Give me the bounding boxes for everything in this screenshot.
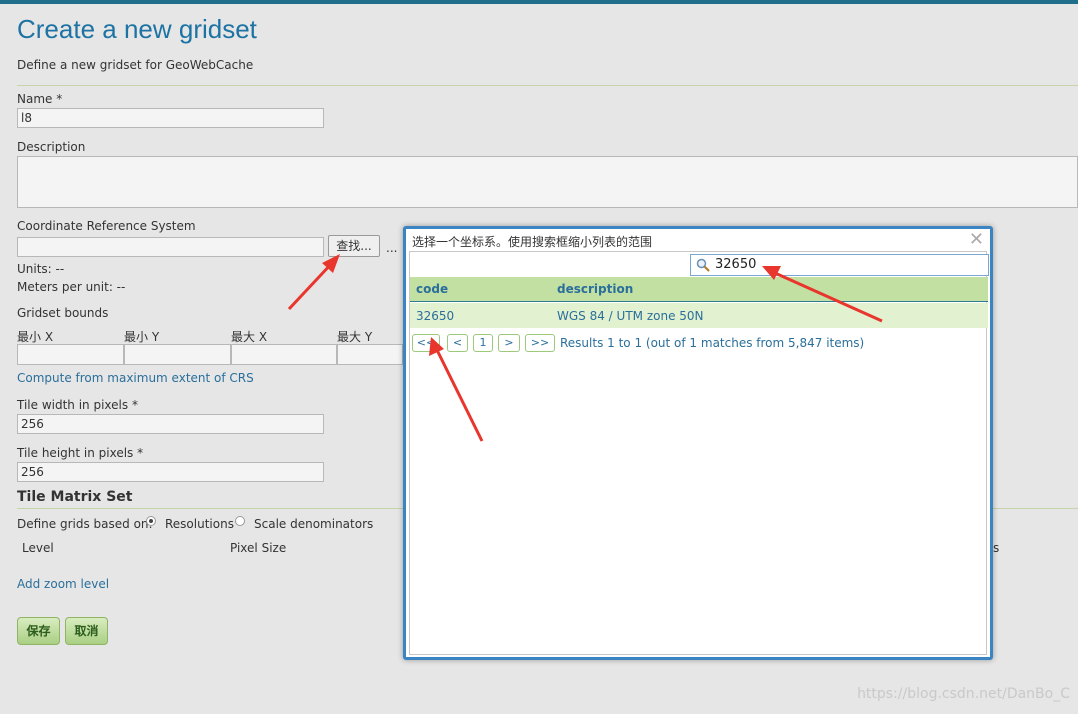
description-label: Description bbox=[17, 140, 86, 154]
find-crs-button[interactable]: 查找... bbox=[328, 235, 380, 257]
page-title: Create a new gridset bbox=[17, 14, 257, 44]
define-grids-label: Define grids based on: bbox=[17, 517, 153, 531]
add-zoom-level-link[interactable]: Add zoom level bbox=[17, 577, 109, 591]
arrow-to-find-button bbox=[287, 254, 340, 311]
watermark: https://blog.csdn.net/DanBo_C bbox=[857, 686, 1070, 702]
table-header: code description bbox=[410, 277, 988, 302]
scale-denominators-radio[interactable] bbox=[235, 516, 245, 526]
close-icon[interactable]: ✕ bbox=[969, 231, 984, 249]
search-value: 32650 bbox=[715, 257, 757, 272]
min-x-input[interactable] bbox=[17, 344, 124, 365]
divider bbox=[17, 85, 1078, 86]
trailing-column-header: s bbox=[993, 541, 1000, 555]
row-description: WGS 84 / UTM zone 50N bbox=[557, 309, 704, 323]
pager-next-button[interactable]: > bbox=[498, 334, 520, 352]
max-x-label: 最大 X bbox=[231, 330, 268, 344]
name-input[interactable]: l8 bbox=[17, 108, 324, 128]
pager-first-button[interactable]: << bbox=[412, 334, 440, 352]
max-y-label: 最大 Y bbox=[337, 330, 373, 344]
tile-width-input[interactable]: 256 bbox=[17, 414, 324, 434]
pixel-size-column-header: Pixel Size bbox=[230, 541, 287, 555]
units-label: Units: -- bbox=[17, 262, 65, 276]
resolutions-label: Resolutions bbox=[165, 517, 234, 531]
max-y-input[interactable] bbox=[337, 344, 403, 365]
crs-input[interactable] bbox=[17, 237, 324, 257]
crs-ellipsis: ... bbox=[386, 241, 398, 255]
crs-picker-dialog: 选择一个坐标系。使用搜索框缩小列表的范围 ✕ 32650 code descri… bbox=[403, 226, 993, 660]
crs-label: Coordinate Reference System bbox=[17, 219, 196, 233]
tile-width-label: Tile width in pixels * bbox=[17, 398, 138, 412]
name-label: Name * bbox=[17, 92, 63, 106]
row-code-link[interactable]: 32650 bbox=[416, 309, 454, 323]
max-x-input[interactable] bbox=[231, 344, 337, 365]
min-x-label: 最小 X bbox=[17, 330, 54, 344]
tile-matrix-heading: Tile Matrix Set bbox=[17, 489, 133, 505]
tile-height-input[interactable]: 256 bbox=[17, 462, 324, 482]
pager-page-1-button[interactable]: 1 bbox=[473, 334, 493, 352]
tile-height-label: Tile height in pixels * bbox=[17, 446, 144, 460]
description-textarea[interactable] bbox=[17, 156, 1078, 208]
min-y-input[interactable] bbox=[124, 344, 231, 365]
compute-extent-link[interactable]: Compute from maximum extent of CRS bbox=[17, 371, 254, 385]
search-input[interactable]: 32650 bbox=[690, 254, 989, 276]
gridset-bounds-label: Gridset bounds bbox=[17, 306, 109, 320]
page-subtitle: Define a new gridset for GeoWebCache bbox=[17, 58, 254, 72]
description-column-header[interactable]: description bbox=[557, 282, 633, 296]
meters-per-unit-label: Meters per unit: -- bbox=[17, 280, 126, 294]
table-row[interactable]: 32650 WGS 84 / UTM zone 50N bbox=[410, 303, 988, 328]
min-y-label: 最小 Y bbox=[124, 330, 160, 344]
dialog-body: 32650 code description 32650 WGS 84 / UT… bbox=[409, 251, 989, 655]
cancel-button[interactable]: 取消 bbox=[65, 617, 108, 645]
scale-denominators-label: Scale denominators bbox=[254, 517, 374, 531]
code-column-header[interactable]: code bbox=[416, 282, 448, 296]
search-icon bbox=[696, 258, 710, 275]
save-button[interactable]: 保存 bbox=[17, 617, 60, 645]
pager-last-button[interactable]: >> bbox=[525, 334, 555, 352]
top-bar bbox=[0, 0, 1078, 4]
pager-prev-button[interactable]: < bbox=[447, 334, 468, 352]
resolutions-radio[interactable] bbox=[146, 516, 156, 526]
dialog-title: 选择一个坐标系。使用搜索框缩小列表的范围 bbox=[412, 235, 653, 249]
level-column-header: Level bbox=[22, 541, 54, 555]
results-summary: Results 1 to 1 (out of 1 matches from 5,… bbox=[560, 336, 865, 350]
